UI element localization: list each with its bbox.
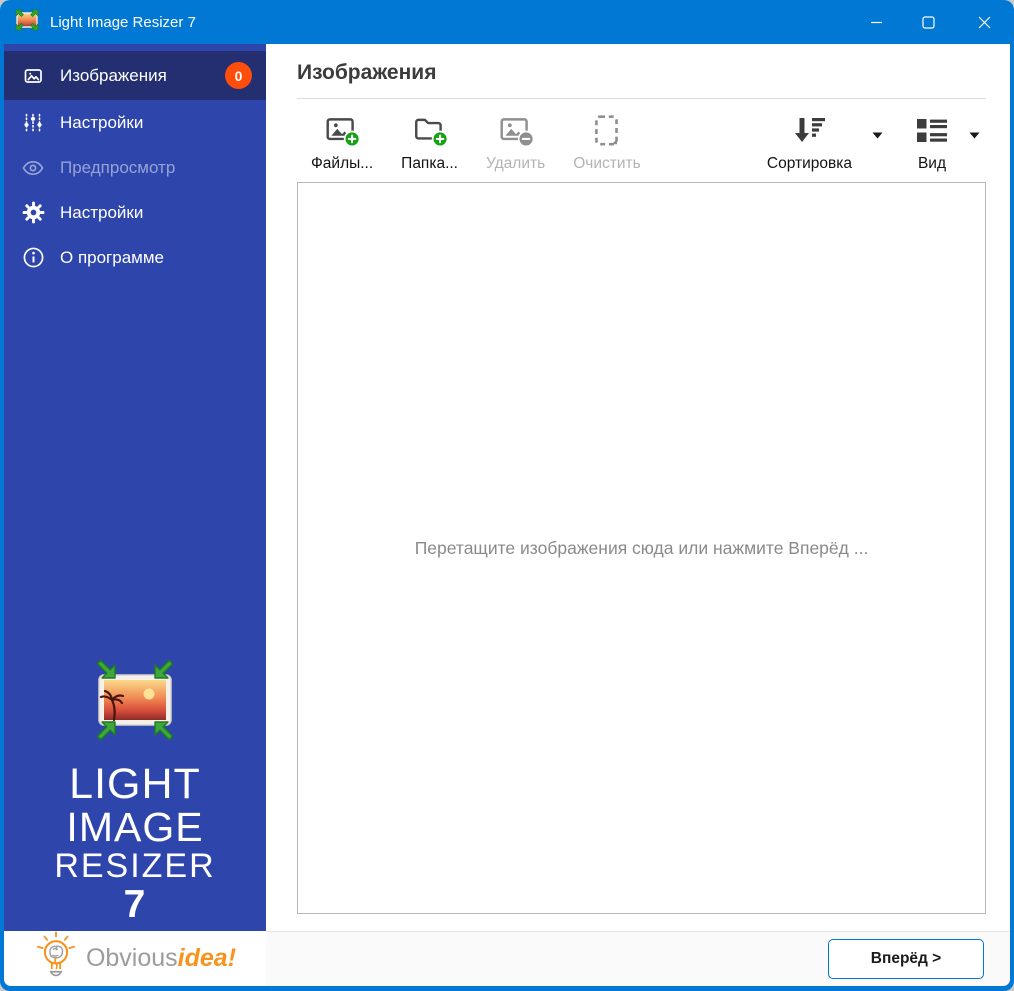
maximize-icon <box>921 15 935 29</box>
sidebar-item-resize-settings[interactable]: Настройки <box>4 100 266 145</box>
window-body: Изображения 0 Настройки Предпросмотр Нас… <box>4 44 1010 986</box>
view-button[interactable]: Вид <box>901 109 963 173</box>
app-window: Light Image Resizer 7 Изображения 0 Наст… <box>0 0 1014 991</box>
view-dropdown-button[interactable] <box>963 123 986 146</box>
image-count-badge: 0 <box>225 62 252 89</box>
sidebar-item-settings[interactable]: Настройки <box>4 190 266 235</box>
toolbar-right-group: Сортировка Вид <box>753 109 986 173</box>
sidebar-nav: Изображения 0 Настройки Предпросмотр Нас… <box>4 44 266 280</box>
toolbar-label: Очистить <box>573 155 641 172</box>
sidebar-item-images[interactable]: Изображения 0 <box>4 51 266 100</box>
toolbar-label: Сортировка <box>766 155 852 172</box>
maximize-button[interactable] <box>902 0 954 44</box>
dropzone[interactable]: Перетащите изображения сюда или нажмите … <box>297 182 986 914</box>
main-panel: Изображения Файлы... Папка... Удалить Оч… <box>266 44 1010 986</box>
sidebar: Изображения 0 Настройки Предпросмотр Нас… <box>4 44 266 986</box>
toolbar: Файлы... Папка... Удалить Очистить Сорти… <box>297 109 986 173</box>
logo-text-version: 7 <box>123 883 147 927</box>
chevron-down-icon <box>872 132 883 139</box>
sidebar-item-label: Изображения <box>60 65 167 85</box>
close-icon <box>978 16 990 28</box>
toolbar-label: Вид <box>917 155 947 172</box>
sidebar-item-label: Предпросмотр <box>60 157 176 177</box>
minimize-icon <box>870 21 882 23</box>
minimize-button[interactable] <box>850 0 902 44</box>
logo-text-image: IMAGE <box>66 803 204 850</box>
logo-text-light: LIGHT <box>69 759 201 808</box>
add-files-button[interactable]: Файлы... <box>297 109 387 173</box>
gear-icon <box>21 201 45 225</box>
sidebar-item-about[interactable]: О программе <box>4 235 266 280</box>
sort-dropdown-button[interactable] <box>866 123 889 146</box>
window-title: Light Image Resizer 7 <box>50 13 196 31</box>
sidebar-item-preview[interactable]: Предпросмотр <box>4 145 266 190</box>
dropzone-hint: Перетащите изображения сюда или нажмите … <box>414 537 869 558</box>
sliders-icon <box>21 111 45 135</box>
bottom-bar: Вперёд > <box>266 931 1010 986</box>
add-folder-icon <box>412 111 448 151</box>
eye-icon <box>21 156 45 180</box>
images-icon <box>21 64 45 88</box>
next-button[interactable]: Вперёд > <box>828 939 984 979</box>
product-logo-icon <box>83 654 187 751</box>
product-logo: LIGHT IMAGE RESIZER 7 <box>4 654 266 931</box>
clear-selection-icon <box>589 111 625 151</box>
lightbulb-icon <box>34 931 78 986</box>
logo-text-resizer: RESIZER <box>54 846 216 885</box>
title-bar: Light Image Resizer 7 <box>0 0 1014 44</box>
sidebar-item-label: О программе <box>60 247 165 267</box>
info-icon <box>21 246 45 270</box>
remove-image-icon <box>498 111 534 151</box>
obviousidea-logo[interactable]: Obviousidea! <box>4 931 266 986</box>
view-icon <box>915 111 949 151</box>
close-button[interactable] <box>954 0 1014 44</box>
remove-image-button[interactable]: Удалить <box>472 109 559 173</box>
add-folder-button[interactable]: Папка... <box>387 109 472 173</box>
clear-list-button[interactable]: Очистить <box>559 109 654 173</box>
add-files-icon <box>324 111 361 151</box>
brand-text: Obviousidea! <box>85 944 237 972</box>
sort-button[interactable]: Сортировка <box>753 109 866 173</box>
app-logo-icon <box>14 9 40 36</box>
chevron-down-icon <box>969 132 980 139</box>
sort-icon <box>792 111 826 151</box>
page-title: Изображения <box>297 61 986 99</box>
sidebar-item-label: Настройки <box>60 202 144 222</box>
toolbar-label: Файлы... <box>311 155 374 172</box>
toolbar-label: Удалить <box>486 155 546 172</box>
sidebar-item-label: Настройки <box>60 112 144 132</box>
toolbar-label: Папка... <box>401 155 458 172</box>
